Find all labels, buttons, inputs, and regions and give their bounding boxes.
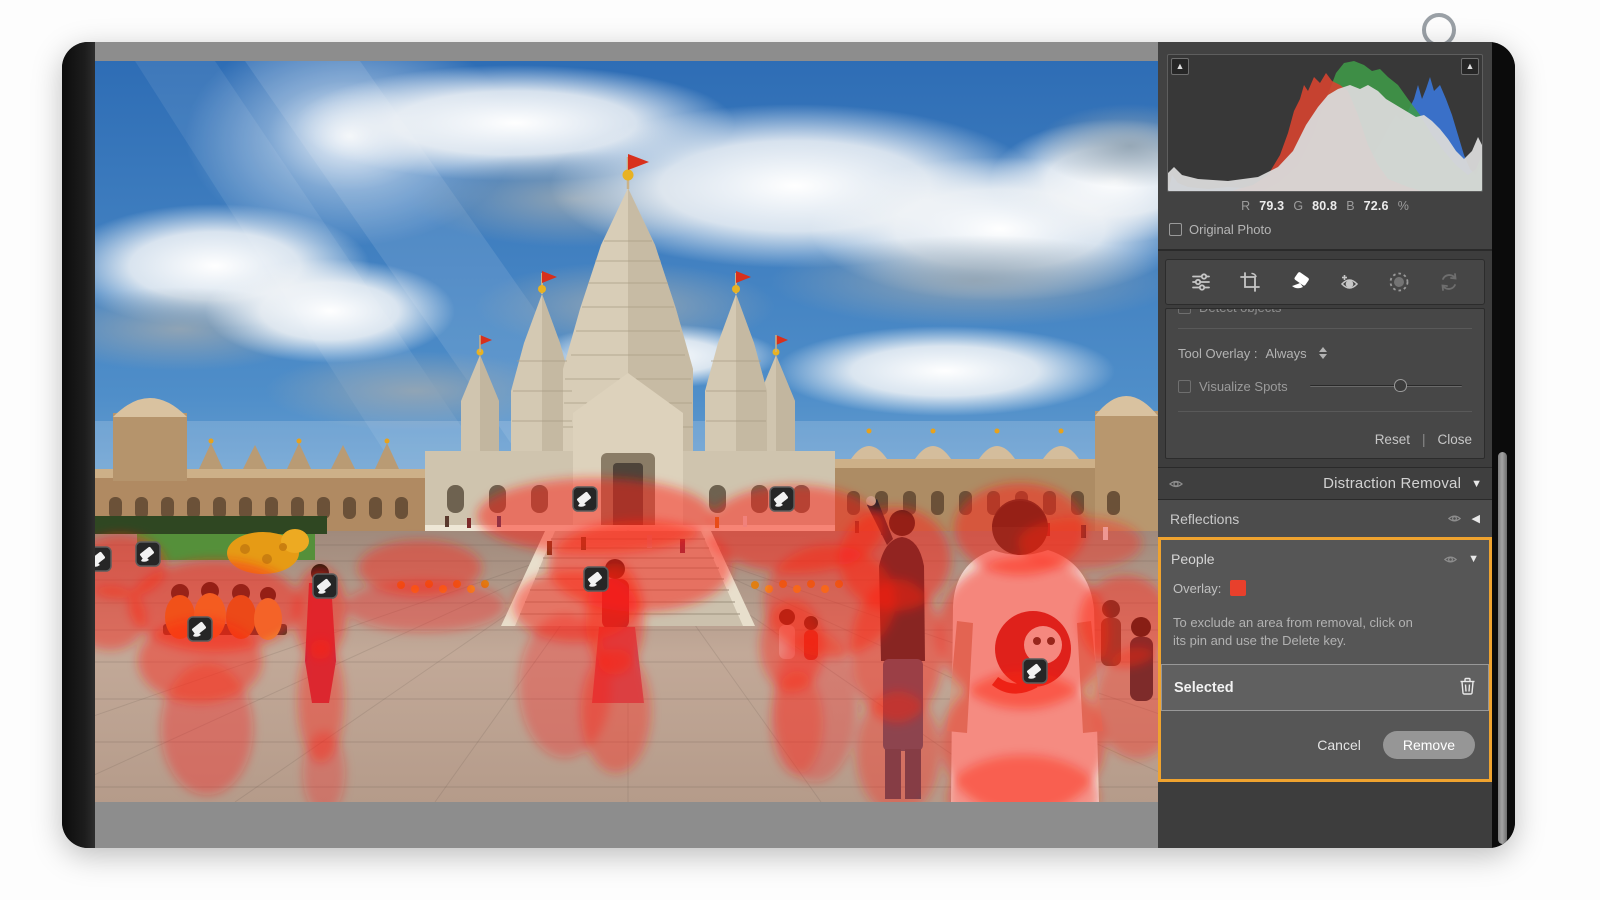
scrollbar-track[interactable] [1492, 42, 1515, 848]
histogram-section: ▲ ▲ R79.3 G80.8 B72.6 % Original Photo [1158, 42, 1492, 251]
separator: | [1422, 432, 1426, 447]
photo-viewport[interactable] [95, 61, 1158, 802]
remove-button[interactable]: Remove [1383, 731, 1475, 759]
tool-strip [1165, 259, 1485, 305]
sync-icon[interactable] [1436, 269, 1462, 295]
distraction-removal-header[interactable]: Distraction Removal ▼ [1158, 467, 1492, 500]
people-collapse-icon[interactable]: ▼ [1468, 553, 1479, 565]
detect-objects-label: Detect objects [1199, 309, 1281, 315]
slider-thumb[interactable] [1394, 379, 1407, 392]
trash-icon[interactable] [1459, 677, 1476, 699]
crop-icon[interactable] [1237, 269, 1263, 295]
selected-row[interactable]: Selected [1161, 664, 1489, 711]
visualize-spots-label: Visualize Spots [1199, 379, 1288, 394]
red-eye-icon[interactable] [1337, 269, 1363, 295]
tool-overlay-value[interactable]: Always [1265, 346, 1306, 361]
scrollbar-thumb[interactable] [1498, 452, 1507, 844]
canvas-margin-top [95, 42, 1158, 61]
panel-visibility-eye-icon[interactable] [1168, 476, 1184, 492]
reflections-section[interactable]: Reflections ◀ [1158, 500, 1492, 537]
slider-track[interactable] [1310, 385, 1462, 387]
people-header[interactable]: People ▼ [1161, 540, 1489, 578]
original-photo-label: Original Photo [1189, 222, 1271, 237]
reset-button[interactable]: Reset [1375, 432, 1410, 447]
tool-overlay-label: Tool Overlay : [1178, 346, 1257, 361]
highlight-clipping-indicator[interactable]: ▲ [1461, 58, 1479, 75]
histogram[interactable]: ▲ ▲ [1167, 54, 1483, 192]
right-panel: ▲ ▲ R79.3 G80.8 B72.6 % Original Photo [1158, 42, 1492, 848]
edit-sliders-icon[interactable] [1188, 269, 1214, 295]
lightroom-window: ▲ ▲ R79.3 G80.8 B72.6 % Original Photo [62, 42, 1515, 848]
tool-options-panel: Detect objects Tool Overlay : Always Vis… [1165, 308, 1485, 459]
rgb-readout: R79.3 G80.8 B72.6 % [1167, 192, 1483, 215]
cancel-button[interactable]: Cancel [1317, 737, 1361, 753]
reflections-label: Reflections [1170, 511, 1437, 527]
histogram-plot [1168, 55, 1482, 192]
window-left-edge [62, 42, 95, 848]
people-label: People [1171, 551, 1433, 567]
detect-objects-checkbox[interactable] [1178, 309, 1191, 314]
shadow-clipping-indicator[interactable]: ▲ [1171, 58, 1189, 75]
divider [1178, 328, 1472, 329]
masking-icon[interactable] [1386, 269, 1412, 295]
distraction-removal-body: Reflections ◀ People [1158, 500, 1492, 782]
overlay-color-swatch[interactable] [1230, 580, 1246, 596]
visualize-spots-slider[interactable] [1310, 379, 1462, 393]
tool-overlay-stepper-icon[interactable] [1319, 347, 1327, 359]
overlay-label: Overlay: [1173, 581, 1221, 596]
exclude-info-text: To exclude an area from removal, click o… [1161, 604, 1489, 664]
canvas-margin-bottom [95, 802, 1158, 838]
temple-photo[interactable] [95, 61, 1158, 802]
people-section: People ▼ Overlay: To exclude an ar [1158, 537, 1492, 782]
people-eye-icon[interactable] [1443, 552, 1458, 567]
reflections-eye-icon[interactable] [1447, 511, 1462, 526]
detect-objects-row[interactable]: Detect objects [1178, 309, 1472, 320]
collapse-triangle-icon[interactable]: ▼ [1471, 478, 1482, 490]
close-button[interactable]: Close [1437, 432, 1472, 447]
heal-eraser-icon[interactable] [1287, 269, 1313, 295]
divider [1178, 411, 1472, 412]
original-photo-checkbox[interactable] [1169, 223, 1182, 236]
people-footer: Cancel Remove [1161, 711, 1489, 779]
page-background: ▲ ▲ R79.3 G80.8 B72.6 % Original Photo [0, 0, 1600, 900]
reflections-collapse-icon[interactable]: ◀ [1472, 512, 1480, 525]
photo-canvas-area [95, 42, 1158, 848]
visualize-spots-checkbox[interactable] [1178, 380, 1191, 393]
panel-title: Distraction Removal [1194, 475, 1461, 492]
selected-label: Selected [1174, 680, 1459, 696]
